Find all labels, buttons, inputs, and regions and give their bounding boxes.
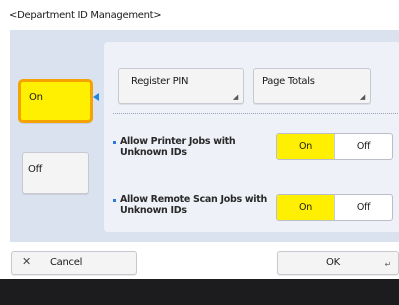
mode-off-label: Off — [28, 164, 43, 175]
corner-arrow-icon: ◢ — [359, 93, 365, 101]
remote-scan-on-button[interactable]: On — [277, 195, 334, 220]
remote-scan-toggle: On Off — [276, 194, 393, 221]
ok-label: OK — [326, 257, 340, 268]
printer-jobs-toggle: On Off — [276, 133, 393, 160]
remote-scan-label-line1: Allow Remote Scan Jobs with — [120, 194, 267, 205]
printer-jobs-label-line1: Allow Printer Jobs with — [120, 136, 236, 147]
divider — [113, 113, 398, 114]
bullet-icon — [113, 199, 116, 202]
page-title: <Department ID Management> — [9, 10, 162, 21]
cancel-button[interactable]: ✕ Cancel — [11, 251, 137, 275]
corner-arrow-icon: ◢ — [232, 93, 238, 101]
remote-scan-label-line2: Unknown IDs — [120, 205, 187, 216]
status-bar — [0, 279, 399, 305]
remote-scan-label: Allow Remote Scan Jobs with Unknown IDs — [120, 194, 267, 216]
mode-on-button[interactable]: On — [18, 79, 93, 123]
close-icon: ✕ — [22, 255, 31, 268]
cancel-label: Cancel — [50, 257, 83, 268]
ok-button[interactable]: OK ↵ — [277, 251, 399, 275]
page-totals-button[interactable]: Page Totals ◢ — [253, 68, 371, 104]
bullet-icon — [113, 141, 116, 144]
page-totals-label: Page Totals — [262, 76, 315, 87]
mode-off-button[interactable]: Off — [22, 152, 89, 194]
enter-icon: ↵ — [384, 260, 392, 269]
printer-jobs-label: Allow Printer Jobs with Unknown IDs — [120, 136, 236, 158]
printer-jobs-label-line2: Unknown IDs — [120, 147, 187, 158]
remote-scan-off-button[interactable]: Off — [334, 195, 392, 220]
register-pin-button[interactable]: Register PIN ◢ — [118, 68, 244, 104]
printer-jobs-on-button[interactable]: On — [277, 134, 334, 159]
selection-pointer-icon — [93, 93, 99, 101]
printer-jobs-off-button[interactable]: Off — [334, 134, 392, 159]
mode-on-label: On — [29, 92, 43, 103]
register-pin-label: Register PIN — [131, 76, 189, 87]
